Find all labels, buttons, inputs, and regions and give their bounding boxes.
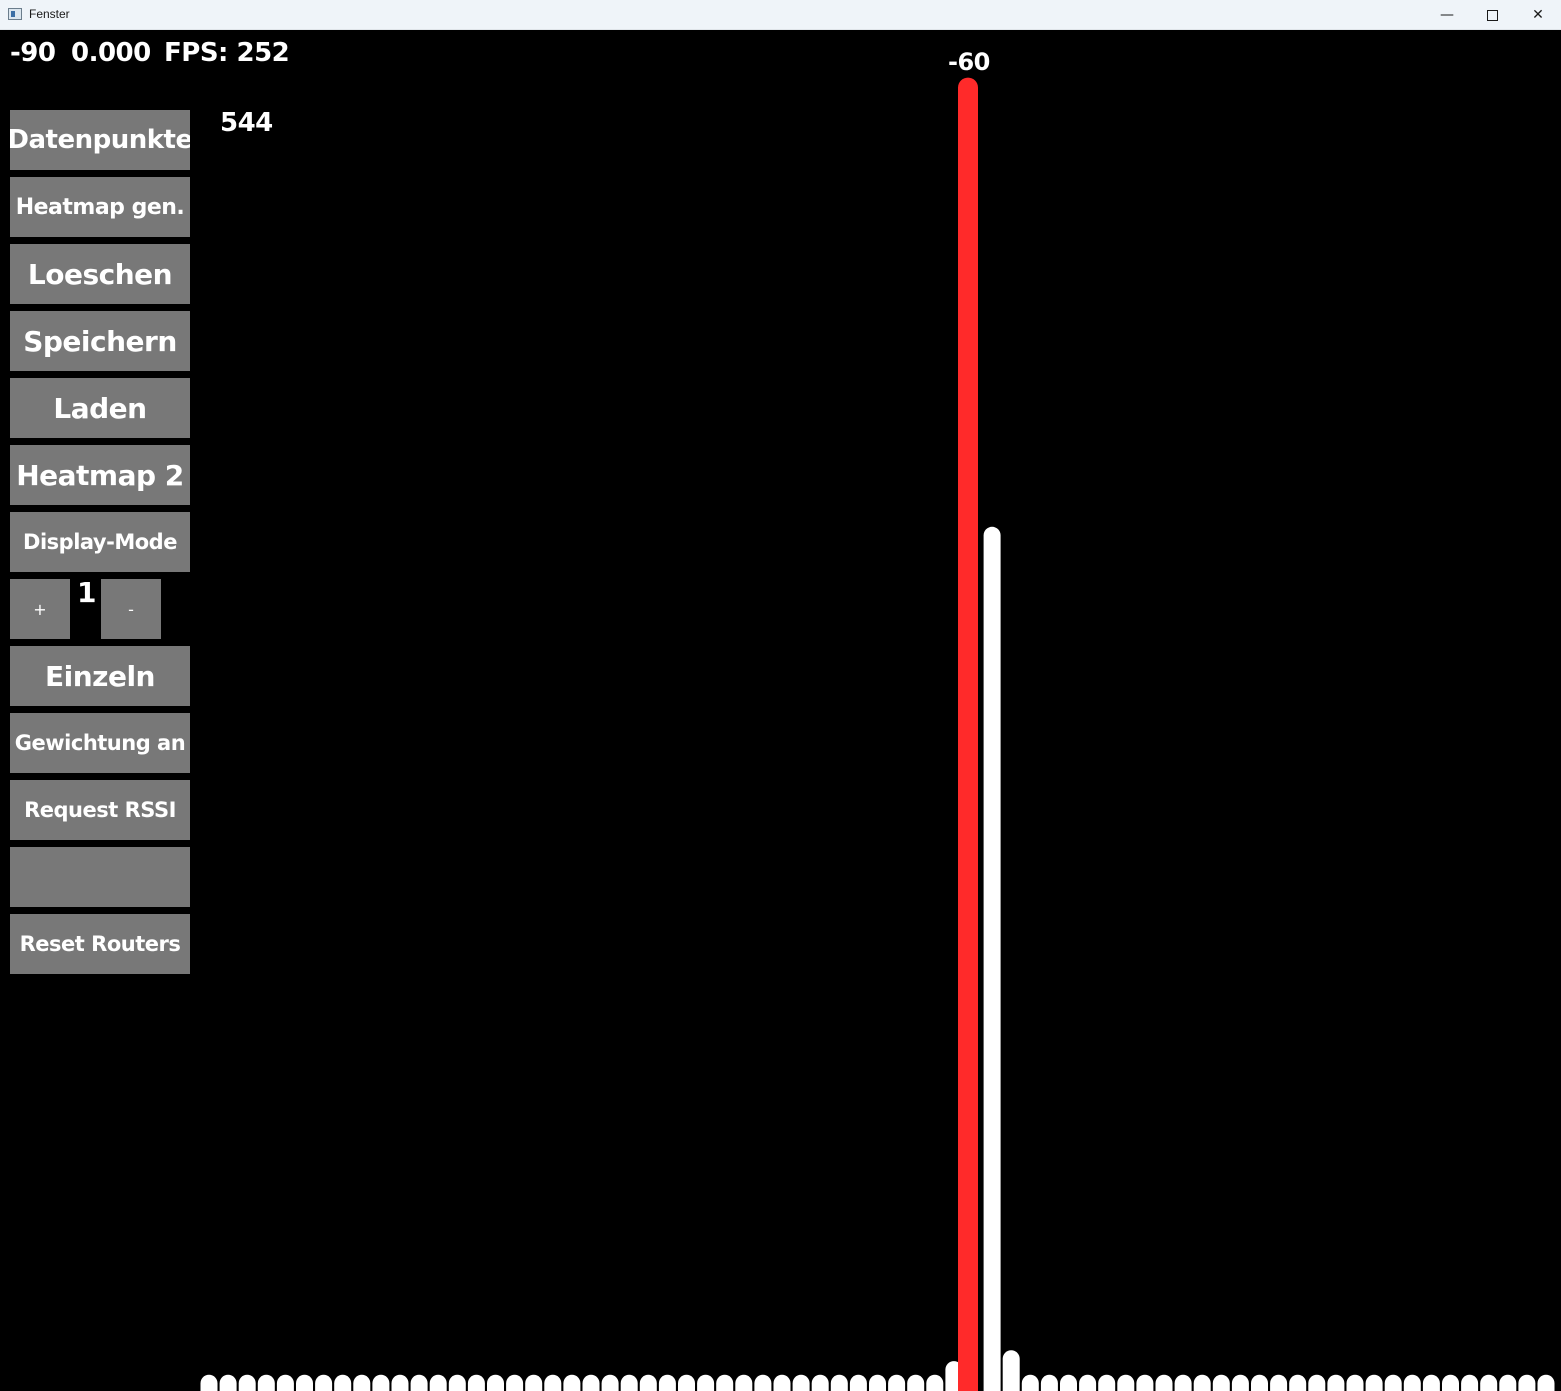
window-title: Fenster xyxy=(29,7,70,21)
signal-bar xyxy=(620,1374,638,1391)
signal-bar xyxy=(907,1374,925,1391)
signal-bar xyxy=(888,1374,906,1391)
signal-bar xyxy=(983,526,1001,1391)
weight-value-readout: 0.000 xyxy=(71,38,151,68)
loeschen-button[interactable]: Loeschen xyxy=(10,244,190,304)
signal-bar xyxy=(1346,1374,1364,1391)
signal-bar xyxy=(1365,1374,1383,1391)
signal-bar xyxy=(830,1374,848,1391)
signal-bar xyxy=(697,1374,715,1391)
signal-bar xyxy=(792,1374,810,1391)
signal-bar xyxy=(238,1374,256,1391)
app-canvas: -90 0.000 FPS: 252 544 -60 Datenpunkte H… xyxy=(0,30,1561,1391)
signal-bar xyxy=(1461,1374,1479,1391)
signal-bar xyxy=(735,1374,753,1391)
heatmap-2-button[interactable]: Heatmap 2 xyxy=(10,445,190,505)
signal-bar xyxy=(487,1374,504,1391)
signal-bar xyxy=(1040,1374,1058,1391)
signal-bar xyxy=(1136,1374,1154,1391)
signal-bar xyxy=(869,1374,886,1391)
signal-bar xyxy=(544,1374,562,1391)
signal-bar xyxy=(1117,1374,1135,1391)
maximize-button[interactable] xyxy=(1469,0,1515,30)
signal-bar xyxy=(1403,1374,1421,1391)
title-bar: Fenster — ✕ xyxy=(0,0,1561,30)
signal-bar xyxy=(1308,1374,1326,1391)
signal-bar xyxy=(353,1374,371,1391)
signal-bar xyxy=(1327,1374,1345,1391)
signal-bar xyxy=(506,1374,524,1391)
signal-bar xyxy=(257,1374,275,1391)
signal-bar xyxy=(1098,1374,1116,1391)
signal-bar xyxy=(334,1374,352,1391)
signal-bar xyxy=(1193,1374,1211,1391)
signal-bar xyxy=(1155,1374,1173,1391)
signal-bar xyxy=(773,1374,791,1391)
minimize-button[interactable]: — xyxy=(1424,0,1470,30)
signal-bar xyxy=(658,1374,676,1391)
fps-readout: FPS: 252 xyxy=(164,38,290,68)
decrement-button[interactable]: - xyxy=(101,579,161,639)
signal-bar xyxy=(391,1374,409,1391)
signal-bar xyxy=(678,1374,695,1391)
signal-bar xyxy=(1480,1374,1498,1391)
signal-bar xyxy=(1499,1374,1517,1391)
signal-bar xyxy=(200,1374,218,1391)
signal-bar xyxy=(1442,1374,1459,1391)
signal-bar xyxy=(1251,1374,1268,1391)
signal-bar xyxy=(639,1374,657,1391)
maximize-icon xyxy=(1486,9,1498,21)
signal-bar xyxy=(296,1374,313,1391)
peak-bar-label: -60 xyxy=(948,48,990,76)
laden-button[interactable]: Laden xyxy=(10,378,190,438)
signal-bar xyxy=(926,1374,944,1391)
signal-bar xyxy=(849,1374,867,1391)
signal-bar xyxy=(448,1374,466,1391)
heatmap-gen-button[interactable]: Heatmap gen. xyxy=(10,177,190,237)
signal-bar xyxy=(716,1374,734,1391)
signal-bar xyxy=(1422,1374,1440,1391)
signal-bar xyxy=(410,1374,428,1391)
close-button[interactable]: ✕ xyxy=(1515,0,1561,30)
signal-bar xyxy=(467,1374,485,1391)
reset-routers-button[interactable]: Reset Routers xyxy=(10,914,190,974)
signal-bar xyxy=(372,1374,390,1391)
display-mode-button[interactable]: Display-Mode xyxy=(10,512,190,572)
signal-bar xyxy=(1079,1374,1097,1391)
signal-bar xyxy=(525,1374,543,1391)
request-rssi-button[interactable]: Request RSSI xyxy=(10,780,190,840)
signal-bar xyxy=(1174,1374,1192,1391)
signal-bar xyxy=(1231,1374,1249,1391)
signal-bar xyxy=(219,1374,237,1391)
speichern-button[interactable]: Speichern xyxy=(10,311,190,371)
signal-bar xyxy=(1537,1374,1555,1391)
signal-bar xyxy=(315,1374,333,1391)
einzeln-button[interactable]: Einzeln xyxy=(10,646,190,706)
signal-bar xyxy=(1270,1374,1288,1391)
highlighted-signal-bar xyxy=(958,77,978,1391)
signal-bar xyxy=(1021,1374,1039,1391)
signal-bar xyxy=(1518,1374,1536,1391)
datapoint-count: 544 xyxy=(220,108,273,138)
signal-bar-chart xyxy=(200,77,1555,1391)
signal-bar xyxy=(1060,1374,1077,1391)
signal-bar xyxy=(1289,1374,1307,1391)
gewichtung-button[interactable]: Gewichtung an xyxy=(10,713,190,773)
signal-bar xyxy=(811,1374,829,1391)
signal-bar xyxy=(582,1374,600,1391)
min-value-readout: -90 xyxy=(10,38,56,68)
signal-bar xyxy=(1384,1374,1402,1391)
signal-bar xyxy=(1212,1374,1230,1391)
signal-bar xyxy=(601,1374,619,1391)
signal-bar xyxy=(1002,1350,1020,1391)
signal-bar xyxy=(754,1374,772,1391)
datenpunkte-button[interactable]: Datenpunkte xyxy=(10,110,190,170)
signal-bar xyxy=(563,1374,581,1391)
increment-button[interactable]: + xyxy=(10,579,70,639)
signal-bar xyxy=(429,1374,447,1391)
blank-button[interactable] xyxy=(10,847,190,907)
signal-bar xyxy=(276,1374,294,1391)
stepper-value: 1 xyxy=(77,576,97,609)
app-icon xyxy=(8,8,22,20)
